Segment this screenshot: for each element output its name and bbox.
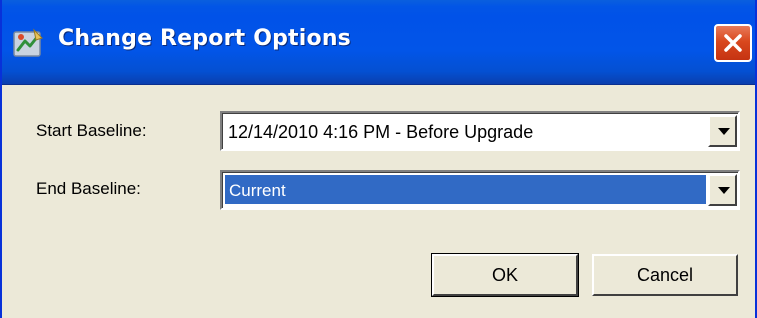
title-bar[interactable]: Change Report Options [2, 0, 755, 85]
report-options-icon [12, 26, 46, 60]
close-button[interactable] [714, 24, 752, 62]
end-baseline-value: Current [225, 175, 706, 204]
end-baseline-dropdown[interactable]: Current [220, 170, 740, 210]
chevron-down-icon [718, 128, 730, 135]
start-baseline-label: Start Baseline: [36, 121, 147, 140]
chevron-down-icon [718, 187, 730, 194]
ok-button[interactable]: OK [431, 253, 579, 297]
cancel-button[interactable]: Cancel [592, 254, 738, 296]
end-baseline-dropdown-button[interactable] [708, 174, 737, 206]
start-baseline-dropdown-button[interactable] [708, 115, 737, 147]
dialog-title: Change Report Options [58, 26, 351, 51]
start-baseline-value: 12/14/2010 4:16 PM - Before Upgrade [228, 122, 534, 142]
end-baseline-label: End Baseline: [36, 179, 141, 198]
start-baseline-dropdown[interactable]: 12/14/2010 4:16 PM - Before Upgrade [220, 111, 740, 151]
close-icon [724, 34, 742, 52]
change-report-options-dialog: Change Report Options Start Baseline: 12… [0, 0, 757, 318]
